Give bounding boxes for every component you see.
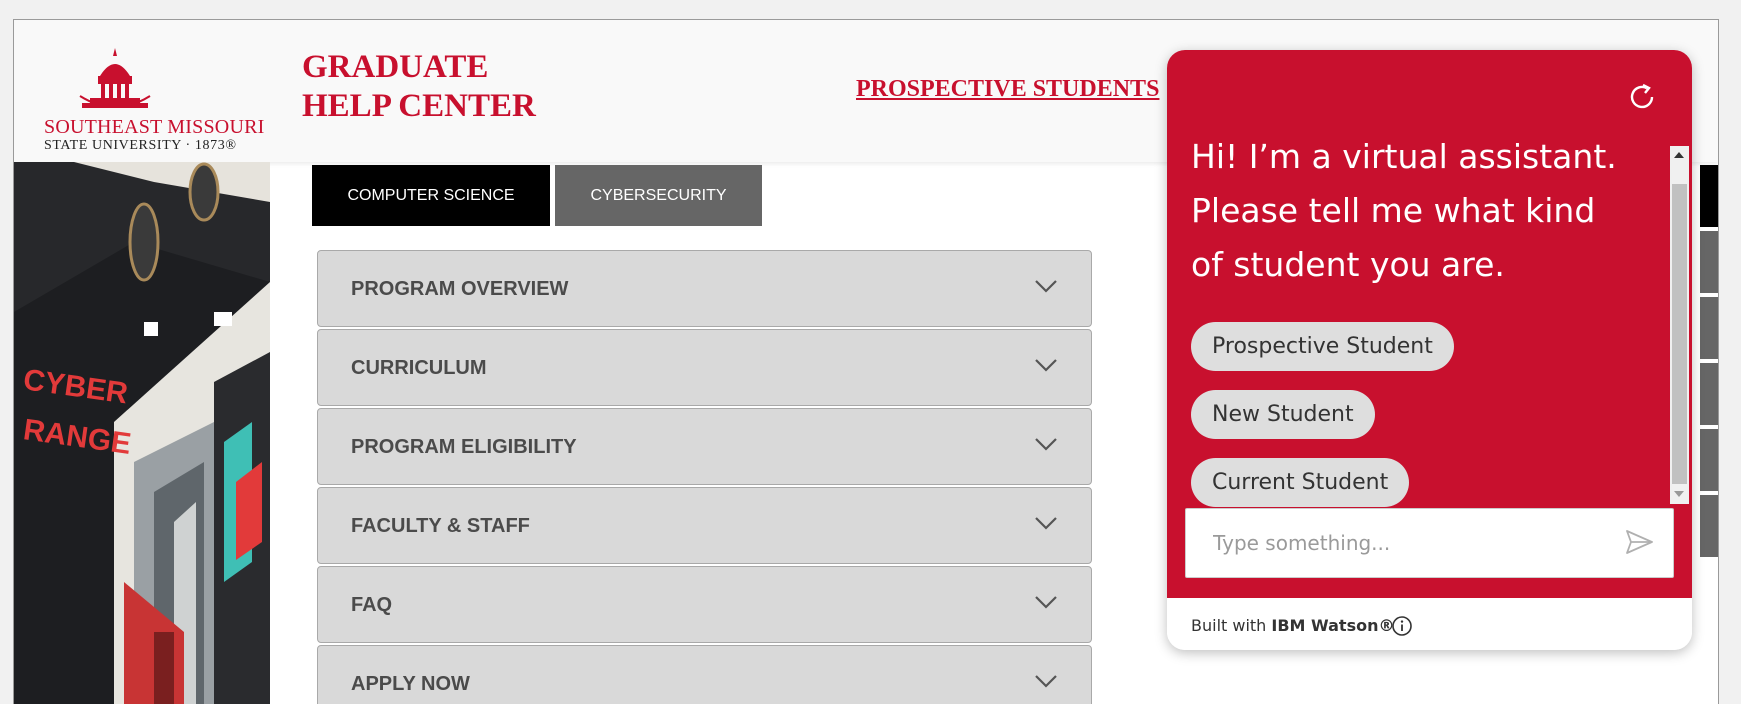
chat-widget: Hi! I’m a virtual assistant. Please tell… <box>1167 50 1692 650</box>
side-tab[interactable] <box>1700 231 1718 293</box>
side-tab[interactable] <box>1700 165 1718 227</box>
assistant-message: Hi! I’m a virtual assistant. Please tell… <box>1191 137 1617 284</box>
chevron-down-icon <box>1035 280 1057 293</box>
chevron-down-icon <box>1035 517 1057 530</box>
info-icon[interactable] <box>1391 615 1413 637</box>
university-subname: STATE UNIVERSITY · 1873® <box>44 138 237 153</box>
accordion-faculty-staff[interactable]: FACULTY & STAFF <box>317 487 1092 564</box>
built-with-prefix: Built with <box>1191 616 1272 635</box>
accordion-program-eligibility[interactable]: PROGRAM ELIGIBILITY <box>317 408 1092 485</box>
accordion-apply-now[interactable]: APPLY NOW <box>317 645 1092 704</box>
accordion-label: FACULTY & STAFF <box>351 515 530 537</box>
tab-computer-science[interactable]: COMPUTER SCIENCE <box>312 165 550 226</box>
chat-input[interactable] <box>1211 527 1595 559</box>
scroll-up-arrow-icon[interactable] <box>1670 146 1689 166</box>
hero-image: CYBER RANGE <box>14 162 270 704</box>
option-current-student[interactable]: Current Student <box>1191 458 1410 507</box>
option-prospective-student[interactable]: Prospective Student <box>1191 322 1454 371</box>
university-name: SOUTHEAST MISSOURI <box>44 116 265 138</box>
nav-prospective-students[interactable]: PROSPECTIVE STUDENTS <box>856 76 1159 103</box>
accordion-label: FAQ <box>351 594 393 616</box>
accordion-label: APPLY NOW <box>351 673 470 695</box>
site-title[interactable]: GRADUATE HELP CENTER <box>302 48 562 126</box>
chat-input-box <box>1185 508 1674 578</box>
chevron-down-icon <box>1035 438 1057 451</box>
tab-cybersecurity[interactable]: CYBERSECURITY <box>555 165 762 226</box>
chat-body: Hi! I’m a virtual assistant. Please tell… <box>1167 50 1692 598</box>
chevron-down-icon <box>1035 675 1057 688</box>
accordion-label: PROGRAM ELIGIBILITY <box>351 436 577 458</box>
accordion-program-overview[interactable]: PROGRAM OVERVIEW <box>317 250 1092 327</box>
chevron-down-icon <box>1035 359 1057 372</box>
side-tab[interactable] <box>1700 363 1718 425</box>
chevron-down-icon <box>1035 596 1057 609</box>
campus-dome-icon <box>79 48 151 108</box>
accordion-label: PROGRAM OVERVIEW <box>351 278 569 300</box>
right-tab-strip <box>1700 165 1718 561</box>
side-tab[interactable] <box>1700 495 1718 557</box>
scroll-down-arrow-icon[interactable] <box>1670 484 1689 504</box>
university-logo[interactable]: SOUTHEAST MISSOURI STATE UNIVERSITY · 18… <box>44 46 284 156</box>
side-tab[interactable] <box>1700 297 1718 359</box>
accordion-faq[interactable]: FAQ <box>317 566 1092 643</box>
accordion-curriculum[interactable]: CURRICULUM <box>317 329 1092 406</box>
side-tab[interactable] <box>1700 429 1718 491</box>
send-icon[interactable] <box>1623 526 1655 558</box>
option-new-student[interactable]: New Student <box>1191 390 1375 439</box>
refresh-icon[interactable] <box>1625 80 1659 114</box>
built-with-text: Built with IBM Watson® <box>1191 616 1394 635</box>
accordion-label: CURRICULUM <box>351 357 487 379</box>
cyber-range-photo: CYBER RANGE <box>14 162 270 704</box>
chat-scrollbar[interactable] <box>1670 146 1689 504</box>
scroll-thumb[interactable] <box>1672 184 1687 484</box>
ibm-watson-brand: IBM Watson® <box>1271 616 1395 635</box>
chat-footer: Built with IBM Watson® <box>1167 598 1692 650</box>
